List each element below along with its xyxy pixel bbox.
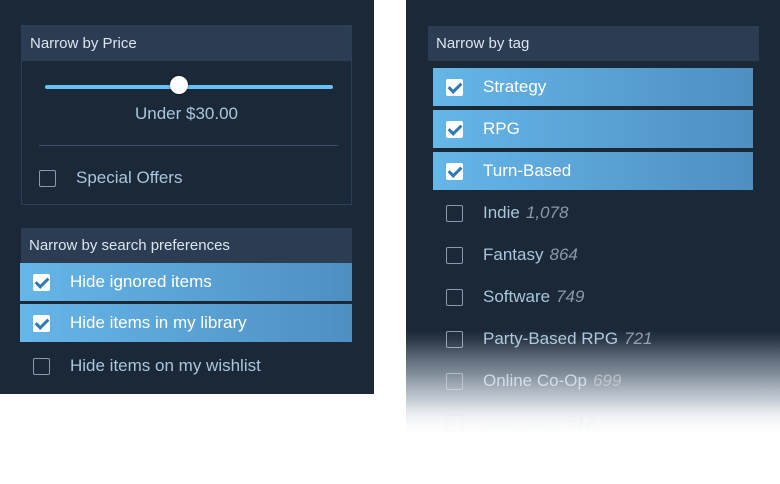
tag-label: Online Co-Op 699 — [483, 371, 622, 390]
tag-item-party-based-rpg[interactable]: Party-Based RPG 721 — [433, 320, 753, 358]
pref-hide-ignored-checkbox[interactable] — [33, 273, 50, 291]
tag-checkbox[interactable] — [446, 414, 463, 432]
pref-hide-wishlist[interactable]: Hide items on my wishlist — [20, 347, 352, 385]
tag-label: Indie 1,078 — [483, 203, 569, 222]
tag-label: Turn-Based — [483, 161, 572, 180]
price-divider — [39, 145, 338, 146]
tag-item-software[interactable]: Software 749 — [433, 278, 753, 316]
pref-hide-wishlist-checkbox[interactable] — [33, 357, 50, 375]
tag-label: Adventure 612 — [483, 413, 595, 432]
tag-count: 1,078 — [525, 203, 569, 222]
pref-hide-library-checkbox[interactable] — [33, 314, 50, 332]
special-offers-label: Special Offers — [76, 168, 183, 187]
tag-checkbox[interactable] — [446, 330, 463, 348]
tag-count: 721 — [624, 329, 653, 348]
tag-item-online-co-op[interactable]: Online Co-Op 699 — [433, 362, 753, 400]
special-offers-checkbox[interactable] — [39, 169, 56, 187]
tag-label: Fantasy 864 — [483, 245, 578, 264]
tag-count: 699 — [592, 371, 622, 390]
search-preferences-header: Narrow by search preferences — [21, 228, 352, 263]
price-slider-track[interactable] — [45, 85, 333, 89]
price-slider-handle[interactable] — [170, 76, 188, 94]
price-filter-box: Narrow by Price Under $30.00 Special Off… — [21, 25, 352, 205]
tag-checkbox[interactable] — [446, 120, 463, 138]
tag-filter-panel: Narrow by tag Strategy RPG Turn-Based In… — [406, 0, 780, 440]
tag-item-indie[interactable]: Indie 1,078 — [433, 194, 753, 232]
pref-hide-library-label: Hide items in my library — [70, 313, 247, 332]
tag-checkbox[interactable] — [446, 204, 463, 222]
pref-hide-library[interactable]: Hide items in my library — [20, 304, 352, 342]
tag-item-adventure[interactable]: Adventure 612 — [433, 404, 753, 442]
tag-item-rpg[interactable]: RPG — [433, 110, 753, 148]
tag-count: 749 — [556, 287, 585, 306]
pref-hide-ignored[interactable]: Hide ignored items — [20, 263, 352, 301]
tag-label: RPG — [483, 119, 520, 138]
left-filter-panel: Narrow by Price Under $30.00 Special Off… — [0, 0, 374, 394]
tag-item-fantasy[interactable]: Fantasy 864 — [433, 236, 753, 274]
tag-item-turn-based[interactable]: Turn-Based — [433, 152, 753, 190]
tag-count: 864 — [549, 245, 578, 264]
price-slider-value: Under $30.00 — [134, 104, 239, 123]
tag-checkbox[interactable] — [446, 162, 463, 180]
pref-hide-wishlist-label: Hide items on my wishlist — [70, 356, 261, 375]
tag-item-strategy[interactable]: Strategy — [433, 68, 753, 106]
special-offers-option[interactable]: Special Offers — [39, 165, 182, 191]
price-filter-header: Narrow by Price — [22, 26, 351, 61]
tag-label: Strategy — [483, 77, 547, 96]
tag-count: 612 — [566, 413, 595, 432]
tag-checkbox[interactable] — [446, 78, 463, 96]
tag-filter-header: Narrow by tag — [428, 26, 759, 61]
pref-hide-ignored-label: Hide ignored items — [70, 272, 212, 291]
tag-checkbox[interactable] — [446, 246, 463, 264]
tag-checkbox[interactable] — [446, 288, 463, 306]
tag-label: Software 749 — [483, 287, 585, 306]
tag-label: Party-Based RPG 721 — [483, 329, 653, 348]
tag-checkbox[interactable] — [446, 372, 463, 390]
